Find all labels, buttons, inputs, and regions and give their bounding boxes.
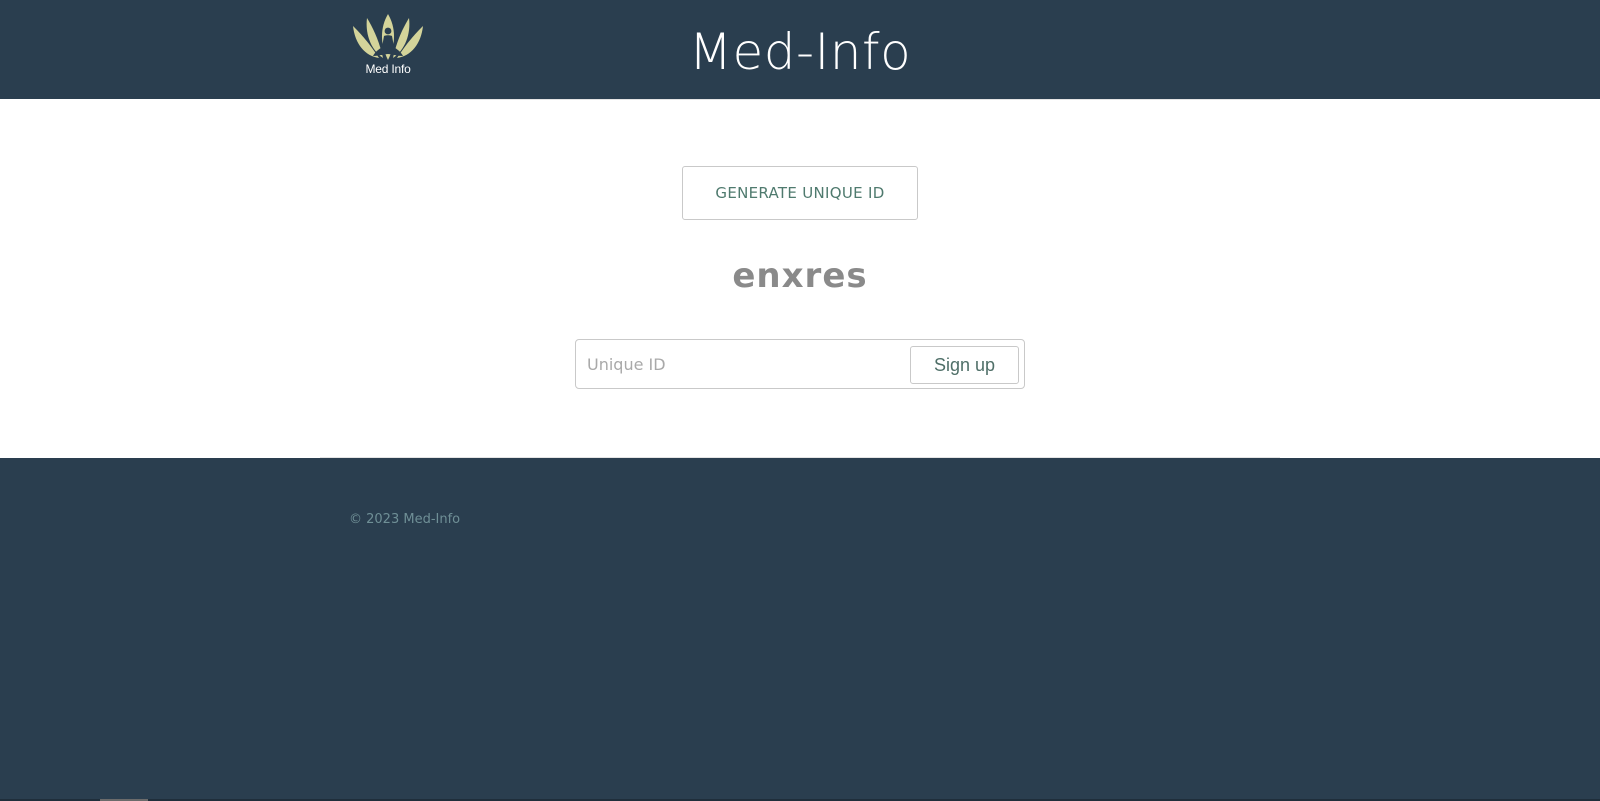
logo-text: Med Info [365,62,411,76]
unique-id-input[interactable] [577,341,917,387]
site-footer: © 2023 Med-Info [0,458,1600,801]
site-header: Med Info Med-Info [0,0,1600,99]
copyright-text: © 2023 Med-Info [349,512,461,527]
divider [320,99,1280,100]
lotus-meditation-icon [353,14,423,60]
site-title: Med-Info [688,23,912,81]
generate-unique-id-button[interactable]: GENERATE UNIQUE ID [682,166,918,220]
generated-unique-id: enxres [732,256,868,296]
logo[interactable]: Med Info [351,14,425,80]
main-content: GENERATE UNIQUE ID enxres Sign up [0,99,1600,458]
signup-button[interactable]: Sign up [910,346,1019,384]
signup-form: Sign up [575,339,1025,389]
